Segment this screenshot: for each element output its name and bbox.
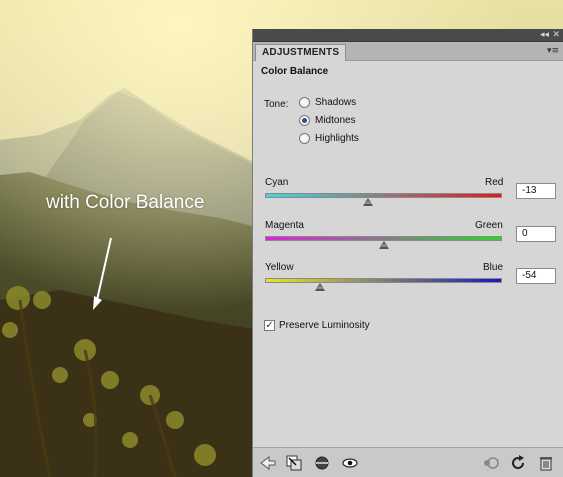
radio-button[interactable] xyxy=(299,132,310,144)
radio-midtones[interactable]: Midtones xyxy=(299,113,356,127)
slider-red-label: Red xyxy=(485,177,504,188)
preserve-luminosity-option[interactable]: ✓ Preserve Luminosity xyxy=(264,320,370,331)
slider-thumb-yellow-blue[interactable] xyxy=(314,283,325,291)
tone-label: Tone: xyxy=(264,99,289,110)
slider-value-cyan-red[interactable]: -13 xyxy=(516,183,556,199)
panel-bottom-toolbar xyxy=(253,447,563,477)
close-icon[interactable]: ✕ xyxy=(552,30,560,40)
panel-tab-bar: ADJUSTMENTS ▾≡ xyxy=(253,42,563,61)
trash-icon[interactable] xyxy=(537,454,555,472)
slider-track-cyan-red[interactable] xyxy=(265,193,502,198)
checkbox[interactable]: ✓ xyxy=(264,320,275,331)
slider-blue-label: Blue xyxy=(483,262,504,273)
annotation-text: with Color Balance xyxy=(46,192,205,213)
radio-highlights[interactable]: Highlights xyxy=(299,131,359,145)
clip-to-layer-icon[interactable] xyxy=(285,454,303,472)
adjustments-panel: ◂◂ ✕ ADJUSTMENTS ▾≡ Color Balance Tone: … xyxy=(252,29,563,477)
reset-icon[interactable] xyxy=(509,454,527,472)
panel-heading: Color Balance xyxy=(261,66,329,77)
radio-label: Highlights xyxy=(315,132,359,144)
radio-label: Shadows xyxy=(315,96,357,108)
view-previous-state-icon[interactable] xyxy=(482,454,500,472)
preserve-luminosity-label: Preserve Luminosity xyxy=(279,320,370,331)
panel-title-bar: ◂◂ ✕ xyxy=(253,29,563,42)
panel-menu-icon[interactable]: ▾≡ xyxy=(547,45,559,57)
slider-cyan-label: Cyan xyxy=(265,177,289,188)
return-arrow-icon[interactable] xyxy=(259,454,277,472)
radio-label: Midtones xyxy=(315,114,356,126)
radio-shadows[interactable]: Shadows xyxy=(299,95,356,109)
double-chevron-left-icon[interactable]: ◂◂ xyxy=(540,30,549,40)
radio-button[interactable] xyxy=(299,114,310,126)
slider-green-label: Green xyxy=(475,220,503,231)
layer-visibility-circle-icon[interactable] xyxy=(313,454,331,472)
slider-value-yellow-blue[interactable]: -54 xyxy=(516,268,556,284)
slider-thumb-cyan-red[interactable] xyxy=(363,198,374,206)
slider-thumb-magenta-green[interactable] xyxy=(378,241,389,249)
tab-adjustments[interactable]: ADJUSTMENTS xyxy=(255,44,347,61)
slider-value-magenta-green[interactable]: 0 xyxy=(516,226,556,242)
eye-icon[interactable] xyxy=(341,454,359,472)
slider-yellow-label: Yellow xyxy=(265,262,294,273)
slider-track-yellow-blue[interactable] xyxy=(265,278,502,283)
slider-magenta-label: Magenta xyxy=(265,220,304,231)
radio-button[interactable] xyxy=(299,96,310,108)
